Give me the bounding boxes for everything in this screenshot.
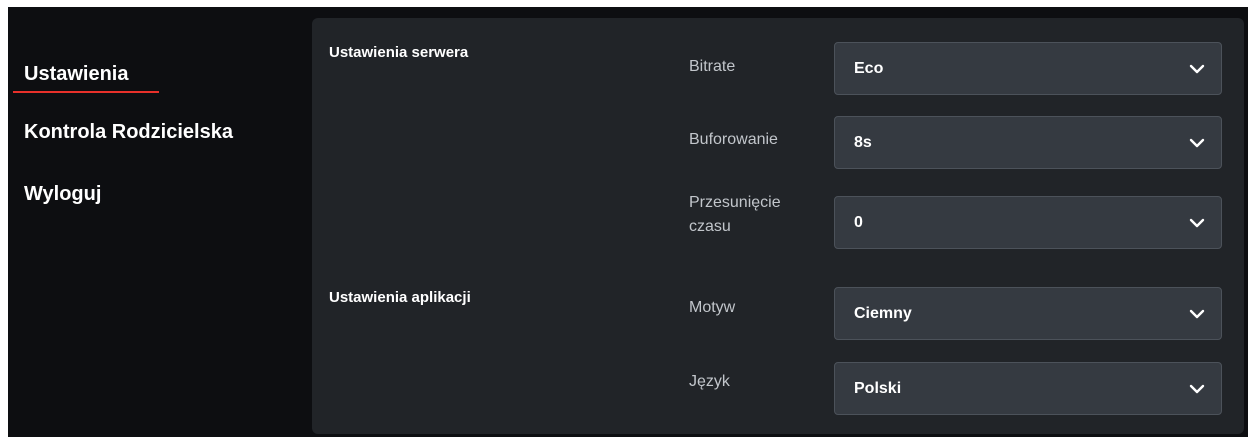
sidebar: Ustawienia Kontrola Rodzicielska Wyloguj (8, 7, 308, 437)
buffering-label: Buforowanie (689, 131, 778, 148)
chevron-down-icon (1189, 138, 1205, 148)
bitrate-select[interactable]: Eco (834, 42, 1222, 95)
sidebar-item-settings[interactable]: Ustawienia (24, 63, 128, 86)
chevron-down-icon (1189, 218, 1205, 228)
sidebar-item-logout[interactable]: Wyloguj (24, 183, 101, 206)
chevron-down-icon (1189, 384, 1205, 394)
bitrate-label: Bitrate (689, 58, 736, 75)
theme-select[interactable]: Ciemny (834, 287, 1222, 340)
app-root: Ustawienia Kontrola Rodzicielska Wyloguj… (0, 0, 1259, 439)
bitrate-value: Eco (854, 59, 884, 77)
buffering-select[interactable]: 8s (834, 116, 1222, 169)
language-select[interactable]: Polski (834, 362, 1222, 415)
time-shift-select[interactable]: 0 (834, 196, 1222, 249)
settings-panel: Ustawienia serwera Bitrate Eco Buforowan… (312, 18, 1244, 434)
sidebar-item-parental-control[interactable]: Kontrola Rodzicielska (24, 121, 233, 144)
time-shift-value: 0 (854, 213, 863, 231)
app-settings-title: Ustawienia aplikacji (329, 289, 471, 306)
server-settings-title: Ustawienia serwera (329, 44, 469, 61)
chevron-down-icon (1189, 64, 1205, 74)
time-shift-label: Przesunięcie czasu (689, 194, 781, 235)
active-nav-indicator (13, 91, 159, 93)
theme-label: Motyw (689, 299, 736, 316)
theme-value: Ciemny (854, 304, 912, 322)
buffering-value: 8s (854, 133, 872, 151)
language-label: Język (689, 373, 730, 390)
chevron-down-icon (1189, 309, 1205, 319)
language-value: Polski (854, 379, 902, 397)
